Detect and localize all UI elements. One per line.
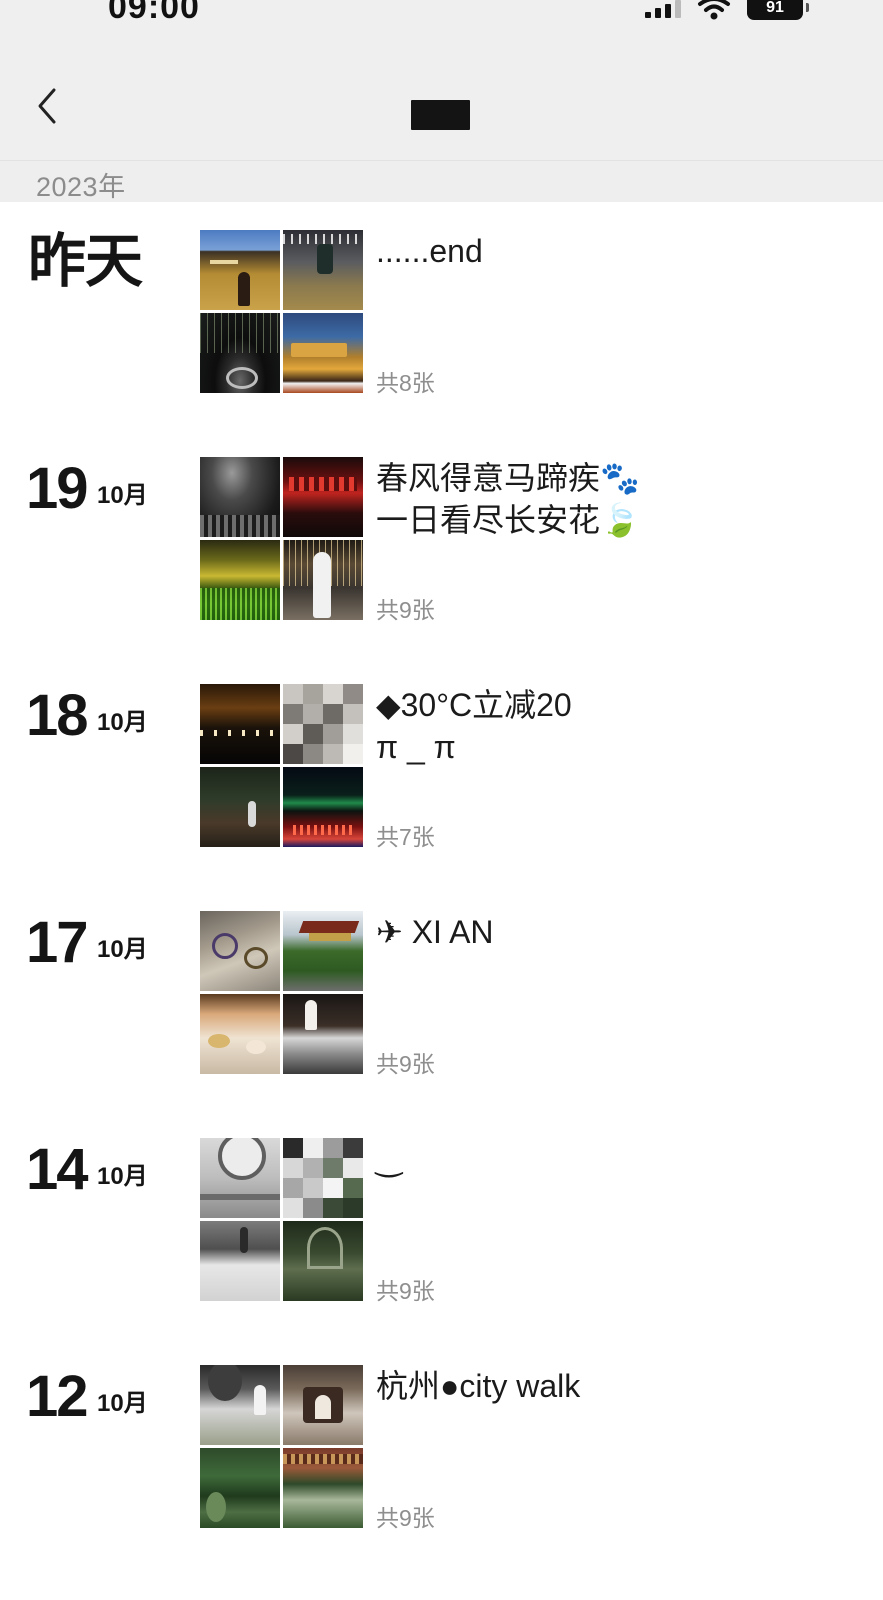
post-caption[interactable]: 春风得意马蹄疾🐾 一日看尽长安花🍃	[376, 457, 836, 541]
photo-thumbnail	[283, 1221, 363, 1301]
signal-icon	[645, 0, 681, 18]
photo-thumbnail	[283, 1448, 363, 1528]
photo-count: 共9张	[376, 1278, 435, 1304]
photo-thumbnail	[200, 540, 280, 620]
photo-thumbnail	[283, 1138, 363, 1218]
photo-grid[interactable]	[200, 1365, 366, 1531]
photo-thumbnail	[283, 313, 363, 393]
photo-count: 共8张	[376, 370, 435, 396]
mosaic-blur	[283, 1138, 363, 1218]
date-month: 10月	[97, 1390, 148, 1417]
chevron-left-icon	[38, 88, 56, 124]
photo-thumbnail	[283, 1365, 363, 1445]
mosaic-blur	[283, 684, 363, 764]
photo-thumbnail	[283, 767, 363, 847]
photo-thumbnail	[283, 684, 363, 764]
date-month: 10月	[97, 936, 148, 963]
photo-grid[interactable]	[200, 684, 366, 850]
photo-grid[interactable]	[200, 911, 366, 1077]
photo-thumbnail	[200, 457, 280, 537]
post-caption[interactable]: ‿	[376, 1138, 836, 1180]
photo-thumbnail	[200, 1448, 280, 1528]
wifi-icon	[697, 0, 731, 20]
status-icons: 91	[645, 0, 809, 22]
photo-thumbnail	[200, 911, 280, 991]
photo-thumbnail	[283, 230, 363, 310]
date-day: 17	[26, 910, 88, 975]
feed-post[interactable]: 12 10月 杭州●city walk 共9张	[0, 1365, 883, 1565]
date-day: 14	[26, 1137, 88, 1202]
date-month: 10月	[97, 1163, 148, 1190]
feed-post[interactable]: 19 10月 春风得意马蹄疾🐾 一日看尽长安花🍃 共9张	[0, 457, 883, 657]
battery-icon: 91	[747, 0, 809, 20]
date-label: 昨天	[28, 229, 143, 294]
photo-count: 共9张	[376, 597, 435, 623]
redacted-title	[411, 100, 470, 130]
date-day: 19	[26, 456, 88, 521]
year-label: 2023年	[36, 172, 126, 202]
photo-count: 共9张	[376, 1051, 435, 1077]
photo-grid[interactable]	[200, 1138, 366, 1304]
feed-post[interactable]: 14 10月 ‿ 共9张	[0, 1138, 883, 1338]
photo-count: 共9张	[376, 1505, 435, 1531]
photo-thumbnail	[283, 540, 363, 620]
date-month: 10月	[97, 482, 148, 509]
photo-thumbnail	[200, 684, 280, 764]
top-chrome: 09:00 91	[0, 0, 883, 160]
feed-post[interactable]: 17 10月 ✈ XI AN 共9张	[0, 911, 883, 1111]
photo-thumbnail	[200, 767, 280, 847]
back-button[interactable]	[30, 80, 70, 130]
photo-thumbnail	[200, 313, 280, 393]
photo-thumbnail	[200, 230, 280, 310]
photo-thumbnail	[283, 457, 363, 537]
date-day: 12	[26, 1364, 88, 1429]
photo-thumbnail	[283, 911, 363, 991]
date-month: 10月	[97, 709, 148, 736]
status-time: 09:00	[108, 0, 200, 26]
photo-count: 共7张	[376, 824, 435, 850]
photo-thumbnail	[200, 994, 280, 1074]
feed-post[interactable]: 昨天 ......end 共8张	[0, 230, 883, 430]
year-header: 2023年	[0, 160, 883, 203]
photo-grid[interactable]	[200, 230, 366, 396]
photo-thumbnail	[200, 1365, 280, 1445]
post-caption[interactable]: ......end	[376, 230, 836, 272]
photo-thumbnail	[283, 994, 363, 1074]
photo-grid[interactable]	[200, 457, 366, 623]
date-day: 18	[26, 683, 88, 748]
post-caption[interactable]: 杭州●city walk	[376, 1365, 836, 1407]
feed-post[interactable]: 18 10月 ◆30°C立减20 π _ π 共7张	[0, 684, 883, 884]
moments-feed: 昨天 ......end 共8张 19 10月 春风得意马蹄疾🐾 一日看尽长安花…	[0, 202, 883, 1600]
post-caption[interactable]: ◆30°C立减20 π _ π	[376, 684, 836, 768]
photo-thumbnail	[200, 1221, 280, 1301]
post-caption[interactable]: ✈ XI AN	[376, 911, 836, 953]
photo-thumbnail	[200, 1138, 280, 1218]
